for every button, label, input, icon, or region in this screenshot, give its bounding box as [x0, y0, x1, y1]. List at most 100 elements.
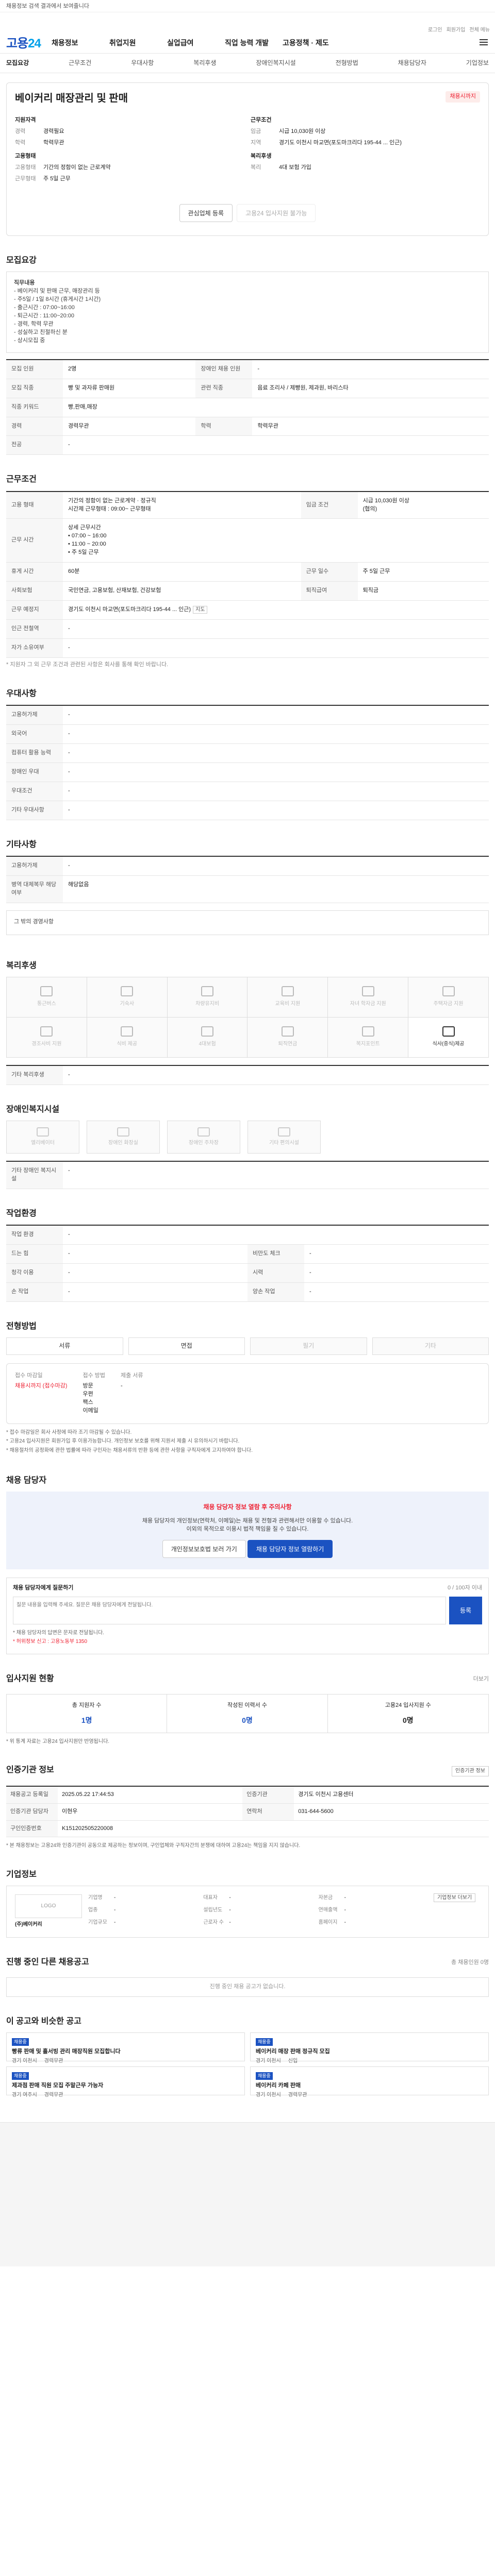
note: * 채용 담당자의 답변은 문자로 전달됩니다.: [13, 1630, 104, 1636]
disability-icons: 엘리베이터 장애인 화장실 장애인 주차장 기타 편의시설: [6, 1120, 489, 1154]
tab-contact[interactable]: 채용담당자: [398, 59, 426, 67]
kv-value: 4대 보험 가입: [279, 164, 311, 171]
workenv-section: 작업환경 작업 환경 - 드는 힘 - 비만도 체크 - 청각 이용 - 시력 - 손 작업 -…: [0, 1195, 495, 1308]
reco-experience: 경력무관: [288, 2092, 307, 2098]
welfare-icon: [40, 986, 53, 997]
welfare-item: 4대보험: [167, 1017, 248, 1058]
tab-preference[interactable]: 우대사항: [131, 59, 154, 67]
nav-benefit[interactable]: 실업급여: [167, 38, 225, 48]
reco-card[interactable]: 채용중 제과점 판매 직원 모집 주말근무 가능자 경기 여주시 경력무관: [6, 2066, 245, 2098]
menu-icon[interactable]: [480, 39, 488, 45]
nav-jobs[interactable]: 채용정보: [52, 38, 109, 48]
kv-value: 시급 10,030원 이상: [279, 128, 326, 135]
stat-online: 고용24 입사지원 수 0명: [328, 1694, 488, 1733]
reco-card[interactable]: 채용중 베이커리 카페 판매 경기 이천시 경력무관: [250, 2066, 489, 2098]
section-title: 근무조건: [6, 475, 37, 484]
th: 작업 환경: [6, 1225, 63, 1245]
td: 상세 근무시간 • 07:00 ~ 16:00 • 11:00 ~ 20:00 …: [63, 518, 489, 563]
td: -: [304, 1282, 489, 1302]
view-contact-button[interactable]: 채용 담당자 정보 열람하기: [247, 1539, 333, 1558]
welfare-icon: [40, 1026, 53, 1037]
td: 2025.05.22 17:44:53: [58, 1786, 243, 1804]
kv-label: 기업명: [88, 1895, 103, 1901]
other-table: 고용허가제 - 병역 대체복무 해당 여부 해당없음: [6, 855, 489, 903]
content-body: - 베이커리 및 판매 근무, 매장관리 등 - 주5일 / 1일 8시간 (휴…: [14, 288, 101, 344]
tab-recruit[interactable]: 모집요강: [6, 59, 29, 67]
th: 채용공고 등록일: [6, 1786, 58, 1804]
apply-button[interactable]: 고용24 입사지원 불가능: [237, 204, 316, 223]
privacy-law-button[interactable]: 개인정보보호법 보러 가기: [162, 1539, 246, 1558]
th: 관련 직종: [195, 379, 253, 398]
reco-badge: 채용중: [12, 2038, 29, 2046]
stat-value: 1명: [81, 1716, 92, 1724]
more-link[interactable]: 더보기: [473, 1675, 489, 1684]
tab-method[interactable]: 전형방법: [336, 59, 358, 67]
question-input[interactable]: [13, 1596, 446, 1624]
method-notes: * 접수 마감일은 회사 사정에 따라 조기 마감될 수 있습니다. * 고용2…: [6, 1429, 489, 1455]
reco-section: 이 공고와 비슷한 공고 채용중 빵류 판매 및 홀서빙 관리 매장직원 모집합니…: [0, 2003, 495, 2102]
company-more-button[interactable]: 기업정보 더보기: [433, 1893, 476, 1903]
td: 해당없음: [63, 875, 489, 903]
th: 기타 우대사항: [6, 801, 63, 820]
stat-value: 0명: [402, 1716, 414, 1724]
section-title: 채용 담당자: [6, 1476, 47, 1485]
kv-value: 경력필요: [43, 128, 64, 135]
welfare-item: 퇴직연금: [248, 1017, 328, 1058]
welfare-item: 통근버스: [7, 977, 87, 1018]
job-title: 베이커리 매장관리 및 판매: [15, 93, 128, 105]
tab-company[interactable]: 기업정보: [466, 59, 489, 67]
map-button[interactable]: 지도: [193, 606, 208, 614]
item-label: 기타 편의시설: [269, 1140, 299, 1146]
welfare-icon: [361, 1026, 374, 1037]
reco-title: 베이커리 카페 판매: [256, 2082, 301, 2089]
agency-info-button[interactable]: 인증기관 정보: [452, 1766, 489, 1777]
nav-training[interactable]: 직업 능력 개발: [225, 38, 283, 48]
td: -: [63, 1161, 489, 1189]
welfare-etc: 기타 복리후생 -: [6, 1064, 489, 1085]
welfare-label: 퇴직연금: [278, 1041, 298, 1047]
td: 경기도 이천시 고용센터: [294, 1786, 489, 1804]
th: 인근 전철역: [6, 619, 63, 639]
question-submit-button[interactable]: 등록: [449, 1596, 482, 1624]
td: 시급 10,030원 이상 (협의): [357, 491, 489, 519]
section-title: 전형방법: [6, 1321, 37, 1331]
apply-note: * 위 통계 자료는 고용24 입사지원만 반영됩니다.: [6, 1738, 110, 1744]
empty-message: 진행 중인 채용 공고가 없습니다.: [6, 1977, 489, 1997]
th: 우대조건: [6, 782, 63, 801]
td: -: [63, 619, 489, 639]
site-header: 고용24 로그인 회원가입 전체 메뉴 채용정보 취업지원 실업급여 직업 능력…: [0, 12, 495, 54]
th: 시력: [248, 1263, 304, 1283]
toilet-icon: [117, 1127, 129, 1137]
tab-disability[interactable]: 장애인복지시설: [256, 59, 295, 67]
reco-card[interactable]: 채용중 빵류 판매 및 홀서빙 관리 매장직원 모집합니다 경기 이천시 경력무관: [6, 2032, 245, 2064]
tab-conditions[interactable]: 근무조건: [69, 59, 91, 67]
main-nav: 채용정보 취업지원 실업급여 직업 능력 개발 고용정책 · 제도: [0, 38, 495, 48]
kv-label: 복리: [251, 164, 261, 171]
tab-welfare[interactable]: 복리후생: [193, 59, 216, 67]
th: 외국어: [6, 724, 63, 744]
td: -: [63, 743, 489, 763]
note: * 고용24 입사지원은 회원가입 후 이용가능합니다. 개인정보 보호를 위해…: [6, 1438, 240, 1445]
warn-desc: 채용 담당자의 개인정보(연락처, 이메일)는 채용 및 전형과 관련해서만 이…: [142, 1517, 353, 1532]
method-etc: 기타: [372, 1337, 489, 1355]
section-title: 장애인복지시설: [6, 1105, 60, 1114]
welfare-item: 차량유지비: [167, 977, 248, 1018]
section-title: 모집요강: [6, 256, 37, 265]
login-link[interactable]: 로그인: [428, 27, 442, 35]
th: 자가 소유여부: [6, 638, 63, 658]
kv-value: -: [344, 1907, 346, 1913]
scrap-button[interactable]: 관심업체 등록: [179, 204, 233, 223]
company-section: 기업정보 LOGO (주)베이커리 기업명 - 업종 - 기업규모 - 대표자 - 설립…: [0, 1856, 495, 1944]
td: -: [304, 1263, 489, 1283]
job-content: 직무내용 - 베이커리 및 판매 근무, 매장관리 등 - 주5일 / 1일 8…: [6, 272, 489, 353]
nav-support[interactable]: 취업지원: [109, 38, 167, 48]
td: 학력무관: [252, 417, 489, 436]
reco-card[interactable]: 채용중 베이커리 매장 판매 정규직 모집 경기 이천시 신입: [250, 2032, 489, 2064]
conditions-note: * 지원자 그 외 근무 조건과 관련된 사항은 회사를 통해 확인 바랍니다.: [6, 661, 169, 668]
nav-policy[interactable]: 고용정책 · 제도: [283, 38, 340, 48]
signup-link[interactable]: 회원가입: [447, 27, 466, 35]
kv-value: 경기도 이천시 마교면(포도마크리다 195-44 ... 인근): [279, 140, 402, 146]
td: 경력무관: [63, 417, 196, 436]
th: 퇴직급여: [301, 581, 358, 601]
allmenu-link[interactable]: 전체 메뉴: [469, 27, 490, 35]
